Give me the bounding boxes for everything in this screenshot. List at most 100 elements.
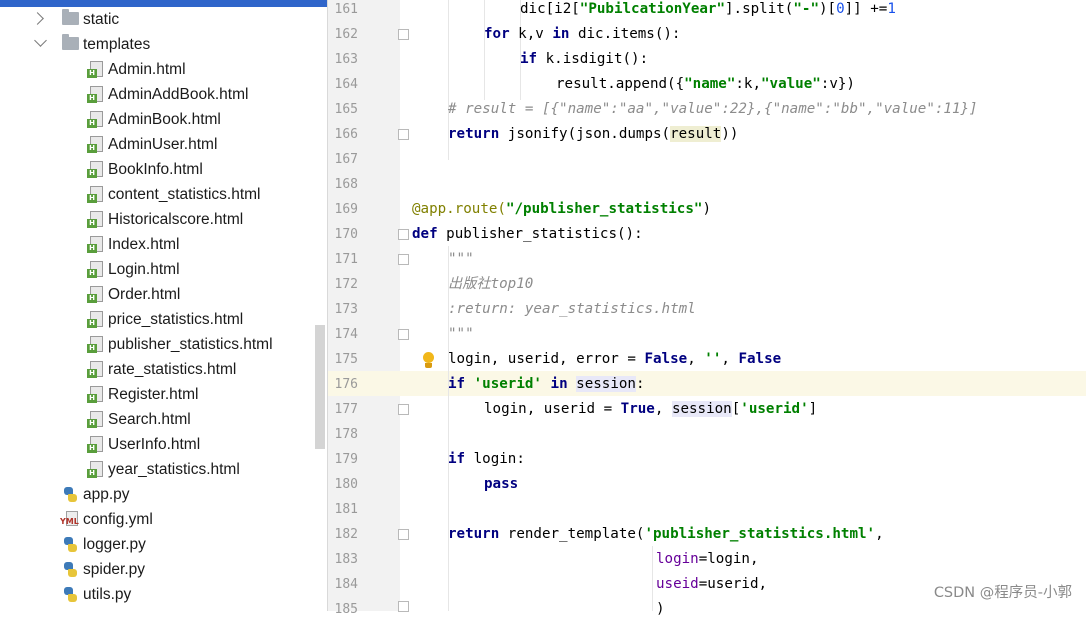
tree-item-label: UserInfo.html	[108, 436, 201, 453]
code-line[interactable]: useid=userid,	[656, 572, 767, 597]
line-number: 177	[334, 402, 358, 417]
fold-marker-icon[interactable]	[398, 601, 409, 612]
project-tree: static templates H Admin.html H AdminAddBo…	[0, 0, 328, 611]
chevron-right-icon[interactable]	[31, 12, 44, 25]
tree-item-label: logger.py	[83, 536, 146, 553]
line-number: 166	[334, 127, 358, 142]
code-line[interactable]: login, userid, error = False, '', False	[448, 347, 781, 372]
html-file-icon: H	[87, 361, 103, 378]
html-file-icon: H	[87, 311, 103, 328]
docstring-line[interactable]: """	[448, 322, 474, 347]
code-line[interactable]: login, userid = True, session['userid']	[484, 397, 817, 422]
tree-item-label: config.yml	[83, 511, 153, 528]
tree-item-label: publisher_statistics.html	[108, 336, 273, 353]
fold-marker-icon[interactable]	[398, 229, 409, 240]
tree-item-label: AdminUser.html	[108, 136, 218, 153]
code-line[interactable]: result.append({"name":k,"value":v})	[556, 72, 855, 97]
html-file-icon: H	[87, 386, 103, 403]
html-file-icon: H	[87, 286, 103, 303]
code-line[interactable]: return jsonify(json.dumps(result))	[448, 122, 738, 147]
code-line[interactable]: )	[656, 597, 665, 622]
tree-item-label: Historicalscore.html	[108, 211, 244, 228]
line-number: 181	[334, 502, 358, 517]
code-line[interactable]: dic[i2["PubilcationYear"].split("-")[0]]…	[520, 0, 896, 22]
line-number: 184	[334, 577, 358, 592]
tree-item-label: Register.html	[108, 386, 199, 403]
html-file-icon: H	[87, 261, 103, 278]
line-number: 165	[334, 102, 358, 117]
current-line-highlight	[328, 371, 1086, 396]
code-line[interactable]: if login:	[448, 447, 525, 472]
fold-marker-icon[interactable]	[398, 254, 409, 265]
line-number: 180	[334, 477, 358, 492]
code-line[interactable]: login=login,	[656, 547, 759, 572]
code-line[interactable]: @app.route("/publisher_statistics")	[412, 197, 711, 222]
html-file-icon: H	[87, 111, 103, 128]
fold-marker-icon[interactable]	[398, 129, 409, 140]
line-number: 172	[334, 277, 358, 292]
line-number: 161	[334, 2, 358, 17]
python-file-icon	[62, 486, 78, 503]
docstring-line[interactable]: :return: year_statistics.html	[448, 297, 696, 322]
selected-row-highlight	[0, 0, 327, 7]
fold-marker-icon[interactable]	[398, 329, 409, 340]
chevron-down-icon[interactable]	[34, 34, 47, 47]
line-number: 170	[334, 227, 358, 242]
html-file-icon: H	[87, 411, 103, 428]
code-line[interactable]: return render_template('publisher_statis…	[448, 522, 884, 547]
python-file-icon	[62, 561, 78, 578]
line-number: 164	[334, 77, 358, 92]
tree-item-label: price_statistics.html	[108, 311, 244, 328]
line-number: 178	[334, 427, 358, 442]
indent-guide	[652, 546, 653, 611]
code-line[interactable]: def publisher_statistics():	[412, 222, 643, 247]
line-number: 182	[334, 527, 358, 542]
folder-icon	[62, 34, 79, 50]
docstring-line[interactable]: 出版社top10	[448, 272, 533, 297]
indent-guide	[484, 0, 485, 100]
python-file-icon	[62, 586, 78, 603]
line-number: 163	[334, 52, 358, 67]
code-line[interactable]: if k.isdigit():	[520, 47, 648, 72]
tree-item-label: Search.html	[108, 411, 191, 428]
html-file-icon: H	[87, 461, 103, 478]
tree-item-label: static	[83, 11, 120, 28]
tree-item-label: spider.py	[83, 561, 146, 578]
fold-marker-icon[interactable]	[398, 404, 409, 415]
tree-item-label: utils.py	[83, 586, 132, 603]
line-number: 162	[334, 27, 358, 42]
tree-item-label: app.py	[83, 486, 130, 503]
tree-item-label: BookInfo.html	[108, 161, 203, 178]
code-comment[interactable]: # result = [{"name":"aa","value":22},{"n…	[448, 97, 978, 122]
folder-icon	[62, 9, 79, 25]
html-file-icon: H	[87, 86, 103, 103]
line-number: 174	[334, 327, 358, 342]
tree-item-label: Login.html	[108, 261, 180, 278]
fold-marker-icon[interactable]	[398, 29, 409, 40]
code-line[interactable]: for k,v in dic.items():	[484, 22, 680, 47]
html-file-icon: H	[87, 186, 103, 203]
line-number: 168	[334, 177, 358, 192]
tree-item-label: templates	[83, 36, 151, 53]
python-file-icon	[62, 536, 78, 553]
yaml-file-icon: YML	[60, 511, 80, 527]
code-line-current[interactable]: if 'userid' in session:	[448, 372, 645, 397]
tree-item-label: AdminBook.html	[108, 111, 221, 128]
tree-scrollbar[interactable]	[315, 325, 325, 449]
line-number: 179	[334, 452, 358, 467]
tree-item-label: year_statistics.html	[108, 461, 240, 478]
fold-marker-icon[interactable]	[398, 529, 409, 540]
tree-item-label: rate_statistics.html	[108, 361, 237, 378]
html-file-icon: H	[87, 336, 103, 353]
lightbulb-icon[interactable]	[421, 352, 436, 372]
tree-item-label: AdminAddBook.html	[108, 86, 249, 103]
code-line[interactable]: pass	[484, 472, 518, 497]
tree-item-label: Admin.html	[108, 61, 186, 78]
html-file-icon: H	[87, 136, 103, 153]
docstring-line[interactable]: """	[448, 247, 474, 272]
html-file-icon: H	[87, 436, 103, 453]
line-number: 173	[334, 302, 358, 317]
watermark: CSDN @程序员-小郭	[933, 585, 1072, 601]
html-file-icon: H	[87, 61, 103, 78]
html-file-icon: H	[87, 161, 103, 178]
